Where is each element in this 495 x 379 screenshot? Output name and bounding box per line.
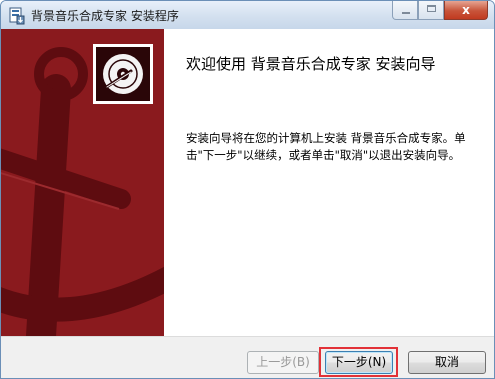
logo-frame xyxy=(93,44,153,104)
close-button[interactable]: x xyxy=(444,1,488,20)
welcome-heading: 欢迎使用 背景音乐合成专家 安装向导 xyxy=(186,55,436,73)
window-title: 背景音乐合成专家 安装程序 xyxy=(31,9,179,23)
next-button-highlight xyxy=(319,347,398,377)
back-button: 上一步(B) xyxy=(247,351,319,374)
cancel-button[interactable]: 取消 xyxy=(408,351,486,374)
minimize-button[interactable] xyxy=(392,1,418,20)
maximize-button[interactable] xyxy=(418,1,444,20)
welcome-panel: 欢迎使用 背景音乐合成专家 安装向导 安装向导将在您的计算机上安装 背景音乐合成… xyxy=(164,29,494,336)
installer-app-icon xyxy=(9,7,25,25)
window-controls: x xyxy=(392,1,488,21)
disc-icon xyxy=(103,54,143,94)
side-banner xyxy=(1,29,164,336)
welcome-description: 安装向导将在您的计算机上安装 背景音乐合成专家。单击"下一步"以继续，或者单击"… xyxy=(186,131,466,162)
title-bar[interactable]: 背景音乐合成专家 安装程序 x xyxy=(1,1,494,30)
installer-window: 背景音乐合成专家 安装程序 x 欢迎使用 背景音乐合成专家 安装向导 安装向导将… xyxy=(0,0,495,379)
button-bar: 上一步(B) 下一步(N) 取消 xyxy=(1,336,494,378)
close-icon: x xyxy=(462,3,470,17)
